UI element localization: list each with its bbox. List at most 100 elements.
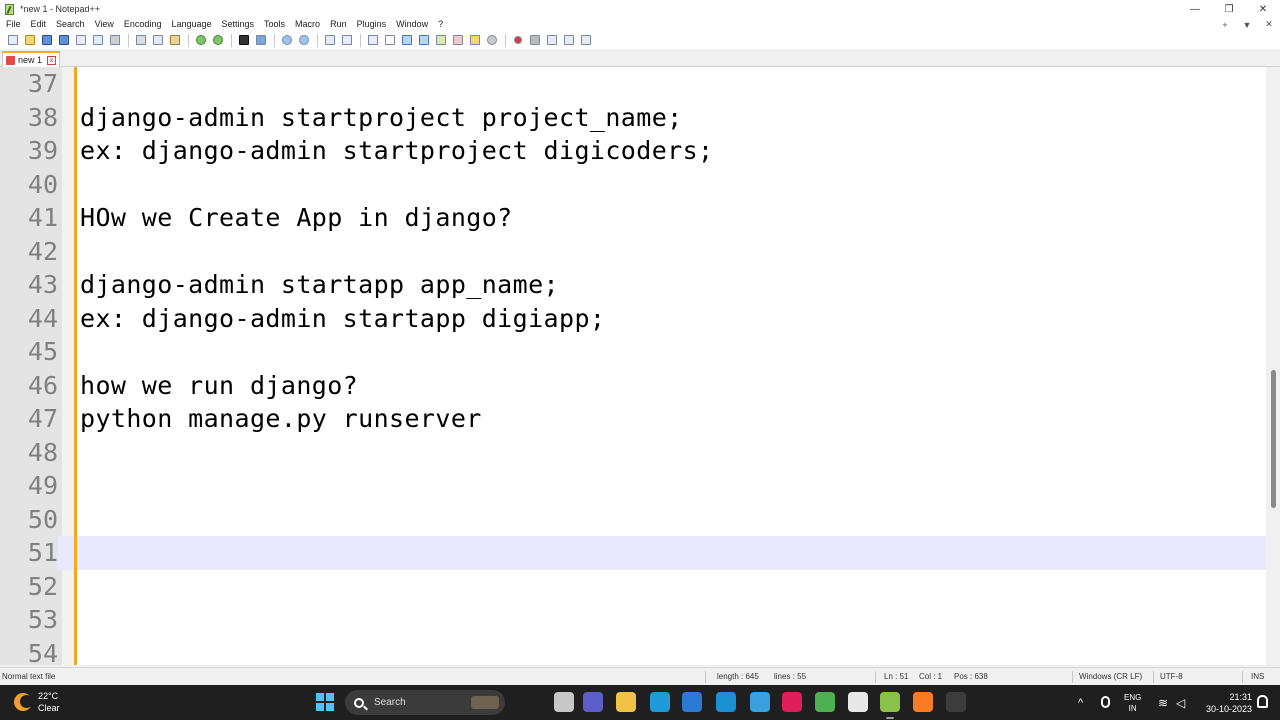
edge-icon[interactable] (650, 692, 670, 712)
play-macro-icon[interactable] (544, 33, 560, 47)
clock[interactable]: 21:31 30-10-2023 (1200, 685, 1252, 720)
terminal-icon[interactable] (946, 692, 966, 712)
editor-line[interactable]: 50 (0, 503, 1266, 537)
sync-vertical-icon[interactable] (322, 33, 338, 47)
editor-line[interactable]: 51 (0, 536, 1266, 570)
scrollbar-thumb[interactable] (1271, 370, 1276, 508)
wifi-icon[interactable]: ≋ (1158, 685, 1168, 720)
editor-line[interactable]: 44 ex: django-admin startapp digiapp; (0, 302, 1266, 336)
slack-icon[interactable] (782, 692, 802, 712)
line-text[interactable]: python manage.py runserver (80, 402, 482, 436)
close-file-icon[interactable] (73, 33, 89, 47)
language-indicator[interactable]: ENG IN (1124, 685, 1141, 720)
editor-line[interactable]: 46 how we run django? (0, 369, 1266, 403)
copy-icon[interactable] (150, 33, 166, 47)
print-icon[interactable] (107, 33, 123, 47)
github-icon[interactable] (848, 692, 868, 712)
editor-line[interactable]: 45 (0, 335, 1266, 369)
line-text[interactable]: django-admin startapp app_name; (80, 268, 559, 302)
maximize-button[interactable]: ❐ (1212, 0, 1246, 18)
line-text[interactable]: django-admin startproject project_name; (80, 101, 683, 135)
tab-new-1[interactable]: new 1 × (2, 51, 60, 67)
editor-line[interactable]: 48 (0, 436, 1266, 470)
store-icon[interactable] (682, 692, 702, 712)
close-all-icon[interactable] (90, 33, 106, 47)
function-list-icon[interactable] (450, 33, 466, 47)
save-icon[interactable] (39, 33, 55, 47)
editor-line[interactable]: 37 (0, 67, 1266, 101)
monitoring-icon[interactable] (484, 33, 500, 47)
editor-line[interactable]: 41 HOw we Create App in django? (0, 201, 1266, 235)
menu-view[interactable]: View (90, 18, 119, 31)
undo-icon[interactable] (193, 33, 209, 47)
folder-workspace-icon[interactable] (467, 33, 483, 47)
line-text[interactable]: ex: django-admin startproject digicoders… (80, 134, 714, 168)
close-button[interactable]: ✕ (1246, 0, 1280, 18)
zoom-out-icon[interactable] (296, 33, 312, 47)
save-all-icon[interactable] (56, 33, 72, 47)
microphone-icon[interactable] (1101, 696, 1110, 708)
file-explorer-icon[interactable] (616, 692, 636, 712)
sync-horizontal-icon[interactable] (339, 33, 355, 47)
menu-encoding[interactable]: Encoding (119, 18, 167, 31)
redo-icon[interactable] (210, 33, 226, 47)
close-doc-icon[interactable]: ✕ (1258, 19, 1280, 30)
line-text[interactable]: HOw we Create App in django? (80, 201, 513, 235)
editor-line[interactable]: 54 (0, 637, 1266, 666)
menu-run[interactable]: Run (325, 18, 352, 31)
menu-help[interactable]: ? (433, 18, 448, 31)
menu-file[interactable]: File (0, 18, 26, 31)
ie-icon[interactable] (750, 692, 770, 712)
weather-widget[interactable]: 22°C Clear (14, 690, 60, 714)
open-file-icon[interactable] (22, 33, 38, 47)
editor[interactable]: 37 38 django-admin startproject project_na… (0, 67, 1280, 665)
chrome-icon[interactable] (815, 692, 835, 712)
zoom-in-icon[interactable] (279, 33, 295, 47)
task-view-icon[interactable] (554, 692, 574, 712)
tab-list-icon[interactable]: ▼ (1236, 20, 1258, 30)
menu-settings[interactable]: Settings (217, 18, 260, 31)
save-macro-icon[interactable] (578, 33, 594, 47)
paste-icon[interactable] (167, 33, 183, 47)
editor-line[interactable]: 42 (0, 235, 1266, 269)
editor-line[interactable]: 49 (0, 469, 1266, 503)
show-all-chars-icon[interactable] (382, 33, 398, 47)
cut-icon[interactable] (133, 33, 149, 47)
editor-line[interactable]: 53 (0, 603, 1266, 637)
menu-tools[interactable]: Tools (259, 18, 290, 31)
editor-line[interactable]: 47 python manage.py runserver (0, 402, 1266, 436)
doc-map-icon[interactable] (433, 33, 449, 47)
find-icon[interactable] (236, 33, 252, 47)
stop-macro-icon[interactable] (527, 33, 543, 47)
word-wrap-icon[interactable] (365, 33, 381, 47)
vertical-scrollbar[interactable] (1266, 67, 1280, 665)
run-macro-multiple-icon[interactable] (561, 33, 577, 47)
tab-close-icon[interactable]: × (47, 55, 57, 65)
chevron-up-icon[interactable]: ^ (1078, 685, 1083, 720)
volume-icon[interactable]: ◁ (1176, 685, 1185, 720)
user-language-icon[interactable] (416, 33, 432, 47)
line-text[interactable]: how we run django? (80, 369, 358, 403)
start-windows-icon[interactable] (316, 693, 334, 711)
taskbar-search[interactable]: Search (345, 690, 505, 715)
indent-guide-icon[interactable] (399, 33, 415, 47)
notification-bell-icon[interactable] (1257, 695, 1268, 708)
editor-line[interactable]: 43 django-admin startapp app_name; (0, 268, 1266, 302)
minimize-button[interactable]: — (1178, 0, 1212, 18)
menu-language[interactable]: Language (166, 18, 216, 31)
editor-line[interactable]: 39 ex: django-admin startproject digicode… (0, 134, 1266, 168)
editor-line[interactable]: 52 (0, 570, 1266, 604)
notepadpp-icon[interactable] (880, 692, 900, 719)
menu-search[interactable]: Search (51, 18, 90, 31)
editor-line[interactable]: 40 (0, 168, 1266, 202)
menu-plugins[interactable]: Plugins (352, 18, 392, 31)
teams-icon[interactable] (583, 692, 603, 712)
line-text[interactable]: ex: django-admin startapp digiapp; (80, 302, 605, 336)
editor-line[interactable]: 38 django-admin startproject project_name… (0, 101, 1266, 135)
new-tab-icon[interactable]: + (1214, 20, 1236, 30)
mysql-icon[interactable] (716, 692, 736, 712)
new-file-icon[interactable] (5, 33, 21, 47)
menu-edit[interactable]: Edit (26, 18, 52, 31)
status-encoding[interactable]: UTF-8 (1160, 668, 1183, 686)
record-macro-icon[interactable] (510, 33, 526, 47)
